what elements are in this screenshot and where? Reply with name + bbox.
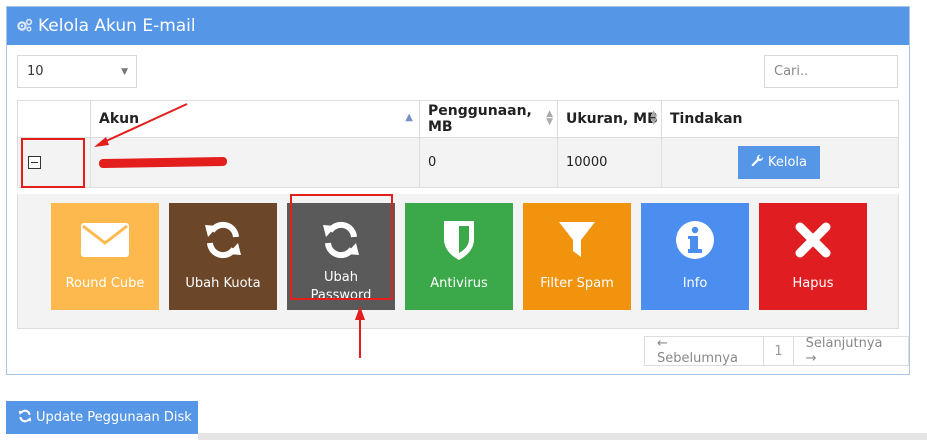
filter-icon <box>558 217 596 263</box>
col-toggle-header <box>17 100 91 138</box>
info-label: Info <box>682 276 708 291</box>
annotation-highlight-toggle <box>21 138 85 188</box>
roundcube-button[interactable]: Round Cube <box>51 203 159 310</box>
row-detail-panel: Round Cube Ubah Kuota Ubah Password Anti… <box>17 194 899 329</box>
tindakan-cell: Kelola <box>661 137 899 188</box>
col-akun-header[interactable]: Akun ▲ <box>90 100 420 138</box>
close-icon <box>795 217 831 263</box>
bottom-divider <box>198 433 927 440</box>
sort-asc-icon: ▲ <box>405 112 413 123</box>
redacted-account-name <box>98 156 228 169</box>
hapus-button[interactable]: Hapus <box>759 203 867 310</box>
sort-both-icon: ▲ ▼ <box>650 109 657 127</box>
antivirus-button[interactable]: Antivirus <box>405 203 513 310</box>
col-ukuran-label: Ukuran, MB <box>566 111 658 127</box>
kelola-label: Kelola <box>767 155 808 170</box>
hapus-label: Hapus <box>792 276 834 291</box>
gears-icon <box>17 17 33 36</box>
update-disk-usage-label: Update Peggunaan Disk <box>36 410 192 425</box>
col-penggunaan-label: Penggunaan, MB <box>428 103 532 135</box>
ubah-kuota-button[interactable]: Ubah Kuota <box>169 203 277 310</box>
kelola-button[interactable]: Kelola <box>738 146 820 179</box>
accounts-table: Akun ▲ Penggunaan, MB ▲ ▼ Ukuran, MB ▲ ▼ T… <box>17 100 899 188</box>
table-header-row: Akun ▲ Penggunaan, MB ▲ ▼ Ukuran, MB ▲ ▼ T… <box>17 100 899 138</box>
pagination-next[interactable]: Selanjutnya → <box>792 336 908 366</box>
info-icon <box>675 217 715 263</box>
col-tindakan-label: Tindakan <box>670 111 743 127</box>
caret-down-icon: ▼ <box>121 67 128 77</box>
envelope-icon <box>81 217 129 263</box>
refresh-icon <box>203 217 243 263</box>
col-akun-label: Akun <box>99 111 140 127</box>
search-input[interactable] <box>764 55 898 88</box>
pagination: ← Sebelumnya 1 Selanjutnya → <box>644 336 909 366</box>
antivirus-label: Antivirus <box>430 276 488 291</box>
update-disk-usage-button[interactable]: Update Peggunaan Disk <box>6 401 198 434</box>
panel-heading: Kelola Akun E-mail <box>7 7 909 45</box>
page-length-value: 10 <box>27 64 44 79</box>
penggunaan-cell: 0 <box>419 137 558 188</box>
col-penggunaan-header[interactable]: Penggunaan, MB ▲ ▼ <box>419 100 558 138</box>
akun-cell <box>90 137 420 188</box>
refresh-icon <box>18 409 32 427</box>
col-tindakan-header: Tindakan <box>661 100 899 138</box>
page-length-select[interactable]: 10 ▼ <box>17 55 137 88</box>
pagination-current-page[interactable]: 1 <box>763 337 792 365</box>
annotation-highlight-ubah-password <box>290 194 393 300</box>
page: Kelola Akun E-mail 10 ▼ Akun ▲ Penggunaa… <box>0 0 927 440</box>
col-ukuran-header[interactable]: Ukuran, MB ▲ ▼ <box>557 100 662 138</box>
panel-title: Kelola Akun E-mail <box>38 16 196 36</box>
table-row: 0 10000 Kelola <box>17 137 899 188</box>
wrench-icon <box>751 154 764 171</box>
pagination-prev[interactable]: ← Sebelumnya <box>645 336 763 366</box>
filter-spam-button[interactable]: Filter Spam <box>523 203 631 310</box>
roundcube-label: Round Cube <box>65 276 145 291</box>
filter-spam-label: Filter Spam <box>540 276 614 291</box>
info-button[interactable]: Info <box>641 203 749 310</box>
ubah-kuota-label: Ubah Kuota <box>185 276 261 291</box>
ukuran-cell: 10000 <box>557 137 662 188</box>
shield-icon <box>442 217 476 263</box>
sort-both-icon: ▲ ▼ <box>546 109 553 127</box>
manage-email-panel: Kelola Akun E-mail 10 ▼ Akun ▲ Penggunaa… <box>6 6 910 375</box>
